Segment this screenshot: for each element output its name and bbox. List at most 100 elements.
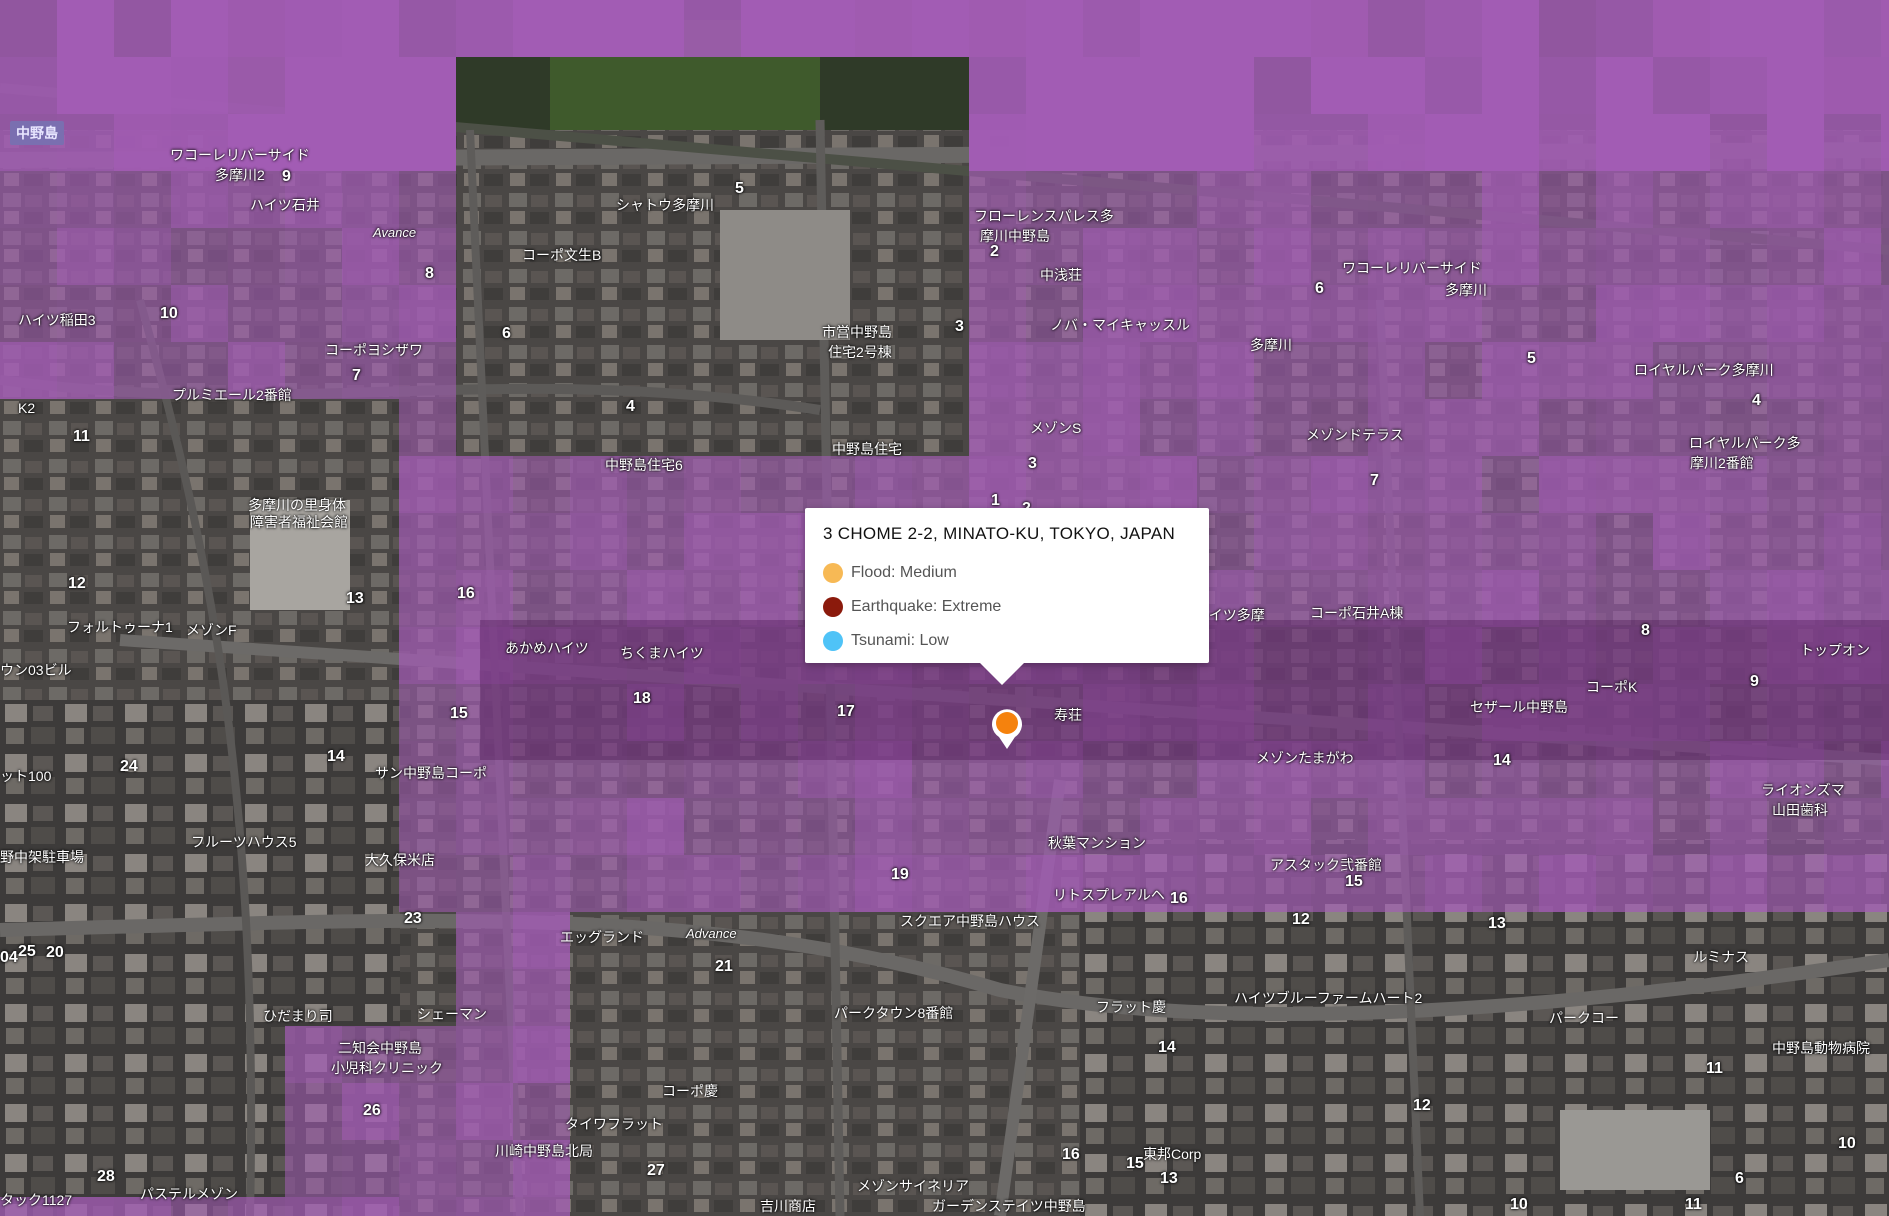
area-name-chip: 中野島 <box>10 121 64 145</box>
map-block-number: 9 <box>282 168 291 185</box>
map-place-label: 中野島動物病院 <box>1772 1040 1870 1056</box>
map-place-label: フローレンスパレス多 <box>974 208 1114 224</box>
map-block-number: 5 <box>735 180 744 197</box>
map-place-label: シャトウ多摩川 <box>616 197 714 213</box>
map-place-label: タイワフラット <box>565 1116 663 1132</box>
map-place-label: ちくまハイツ <box>620 645 704 661</box>
map-place-label: 住宅2号棟 <box>828 344 892 360</box>
map-place-label: ワコーレリバーサイド <box>1342 260 1482 276</box>
map-place-label: パステルメゾン <box>140 1186 238 1202</box>
flood-risk-row: Flood: Medium <box>823 556 1191 590</box>
map-block-number: 10 <box>160 305 178 322</box>
map-place-label: ワコーレリバーサイド <box>170 147 310 163</box>
map-place-label: フラット慶 <box>1096 999 1166 1015</box>
map-block-number: 3 <box>1028 455 1037 472</box>
map-place-label: フルーツハウス5 <box>191 834 297 850</box>
map-place-label: 多摩川 <box>1445 282 1487 298</box>
map-place-label: K2 <box>18 400 36 416</box>
map-block-number: 15 <box>1345 873 1363 890</box>
map-block-number: 23 <box>404 910 422 927</box>
map-place-label: パークコー <box>1549 1010 1619 1026</box>
map-place-label: ロイヤルパーク多摩川 <box>1634 362 1774 378</box>
map-block-number: 13 <box>346 590 364 607</box>
map-place-label: トップオン <box>1800 642 1870 658</box>
map-place-label: フォルトゥーナ1 <box>67 619 173 635</box>
map-place-label: メゾンドテラス <box>1306 427 1404 443</box>
map-block-number: 27 <box>647 1162 665 1179</box>
map-place-label: エッグランド <box>560 929 644 945</box>
map-block-number: 6 <box>502 325 511 342</box>
map-place-label: ロイヤルパーク多 <box>1689 435 1801 451</box>
map-place-label: ット100 <box>0 768 52 784</box>
map-place-label: 中野島住宅 <box>832 441 902 457</box>
map-place-label: 障害者福祉会館 <box>250 514 348 530</box>
map-place-label: 市営中野島 <box>822 324 892 340</box>
map-place-label: タック1127 <box>0 1192 73 1208</box>
map-place-label: ライオンズマ <box>1761 782 1845 798</box>
map-block-number: 15 <box>450 705 468 722</box>
map-block-number: 11 <box>1685 1196 1702 1213</box>
map-place-label: ハイツ稲田3 <box>18 312 96 328</box>
map-place-label: Advance <box>686 926 737 941</box>
map-block-number: 25 <box>18 943 36 960</box>
map-place-label: コーポ文生B <box>522 247 602 263</box>
map-block-number: 16 <box>1062 1146 1080 1163</box>
map-block-number: 24 <box>120 758 138 775</box>
map-block-number: 4 <box>626 398 635 415</box>
earthquake-risk-label: Earthquake: Extreme <box>851 598 1002 615</box>
map-block-number: 14 <box>1158 1039 1176 1056</box>
map-place-label: 中浅荘 <box>1040 267 1082 283</box>
flood-risk-label: Flood: Medium <box>851 564 957 581</box>
map-block-number: 4 <box>1752 392 1761 409</box>
map-place-label: メゾンF <box>186 622 237 638</box>
map-place-label: リトスプレアルヘ <box>1053 887 1165 903</box>
map-block-number: 18 <box>633 690 651 707</box>
map-place-label: アスタック弐番館 <box>1270 857 1382 873</box>
map-place-label: ガーデンステイツ中野島 <box>932 1198 1086 1214</box>
earthquake-risk-dot-icon <box>823 597 843 617</box>
map-block-number: 26 <box>363 1102 381 1119</box>
map-place-label: サン中野島コーポ <box>375 765 487 781</box>
map-block-number: 10 <box>1510 1196 1528 1213</box>
map-place-label: パークタウン8番館 <box>834 1005 954 1021</box>
map-block-number: 11 <box>1706 1060 1723 1077</box>
tsunami-risk-dot-icon <box>823 631 843 651</box>
map-place-label: コーポK <box>1586 679 1638 695</box>
map-block-number: 11 <box>73 428 90 445</box>
map-block-number: 19 <box>891 866 909 883</box>
map-place-label: シェーマン <box>417 1006 487 1022</box>
map-block-number: 15 <box>1126 1155 1144 1172</box>
map-place-label: コーポ石井A棟 <box>1310 605 1404 621</box>
map-block-number: 7 <box>352 367 361 384</box>
map-block-number: 6 <box>1735 1170 1744 1187</box>
flood-risk-dot-icon <box>823 563 843 583</box>
map-place-label: 二知会中野島 <box>338 1040 422 1056</box>
map-place-label: 小児科クリニック <box>331 1060 443 1076</box>
map-place-label: ひだまり司 <box>263 1008 333 1024</box>
map-place-label: セザール中野島 <box>1470 699 1568 715</box>
map-block-number: 17 <box>837 703 855 720</box>
map-place-label: メゾンサイネリア <box>857 1178 969 1194</box>
map-place-label: プルミエール2番館 <box>172 387 292 403</box>
map-place-label: スクエア中野島ハウス <box>900 913 1040 929</box>
map-block-number: 6 <box>1315 280 1324 297</box>
location-pin-icon[interactable] <box>990 706 1024 750</box>
map-block-number: 13 <box>1160 1170 1178 1187</box>
map-block-number: 5 <box>1527 350 1536 367</box>
map-block-number: 12 <box>1413 1097 1431 1114</box>
map-block-number: 2 <box>990 243 999 260</box>
map-block-number: 21 <box>715 958 733 975</box>
location-risk-popup[interactable]: 3 CHOME 2-2, MINATO-KU, TOKYO, JAPAN Flo… <box>805 508 1209 685</box>
map-place-label: 中野島住宅6 <box>605 457 683 473</box>
map-block-number: 7 <box>1370 472 1379 489</box>
tsunami-risk-row: Tsunami: Low <box>823 624 1191 658</box>
map-block-number: 10 <box>1838 1135 1856 1152</box>
map-place-label: 大久保米店 <box>365 852 435 868</box>
map-place-label: あかめハイツ <box>505 640 589 656</box>
map-block-number: 13 <box>1488 915 1506 932</box>
map-view[interactable]: 中野島 ワコーレリバーサイド 多摩川2 ハイツ石井 Avance シャトウ多摩川 コーポ文… <box>0 0 1889 1216</box>
map-block-number: 16 <box>1170 890 1188 907</box>
map-place-label: コーポ慶 <box>662 1083 718 1099</box>
map-place-label: 川崎中野島北局 <box>495 1143 593 1159</box>
map-block-number: 12 <box>1292 911 1310 928</box>
